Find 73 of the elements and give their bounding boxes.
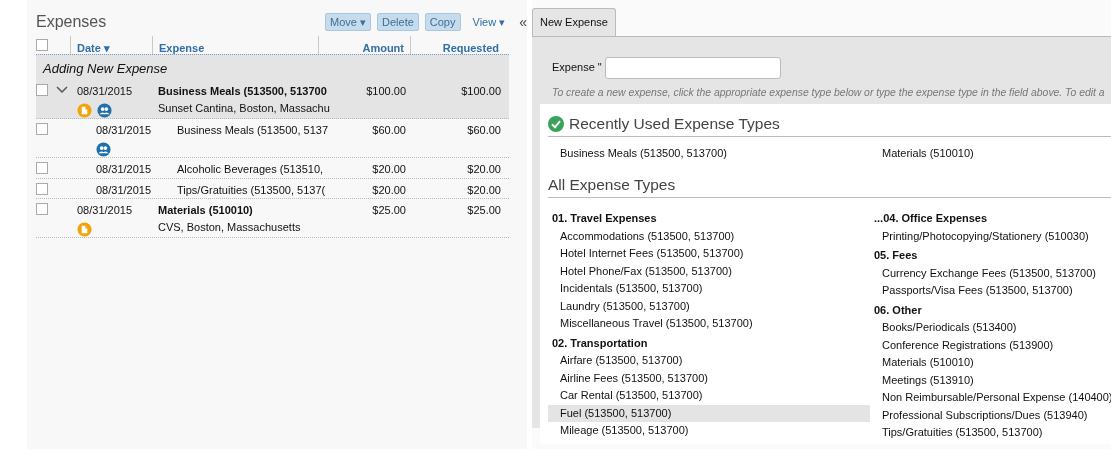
- tab[interactable]: New Expense: [532, 8, 616, 36]
- checkbox[interactable]: [36, 162, 48, 174]
- expense-field[interactable]: [604, 56, 781, 79]
- expense-type-link[interactable]: Car Rental (513500, 513700): [548, 387, 870, 405]
- amount-text: $20.00: [372, 183, 406, 196]
- expense-type-link[interactable]: Miscellaneous Travel (513500, 513700): [548, 315, 870, 333]
- date-text: 08/31/2015: [96, 182, 152, 198]
- people-icon: [97, 102, 112, 118]
- expense-name: Business Meals (513500, 513700: [158, 84, 327, 99]
- expense-type-link[interactable]: Currency Exchange Fees (513500, 513700): [870, 264, 1110, 283]
- expense-type-link[interactable]: Fuel (513500, 513700): [548, 404, 870, 423]
- section-title: Recently Used Expense Types: [569, 114, 780, 135]
- expense-type-link[interactable]: Non Reimbursable/Personal Expense (140400): [870, 389, 1110, 407]
- expense-type-link[interactable]: Hotel Phone/Fax (513500, 513700): [548, 262, 870, 281]
- checkbox[interactable]: [36, 123, 48, 135]
- expense-type-link[interactable]: Accommodations (513500, 513700): [548, 227, 870, 246]
- expense-name: Tips/Gratuities (513500, 5137(: [177, 182, 326, 198]
- section-title: All Expense Types: [548, 174, 676, 195]
- receipt-icon: [77, 221, 92, 237]
- checkbox[interactable]: [36, 39, 48, 51]
- field-label: Expense ": [552, 60, 602, 76]
- expense-type-link[interactable]: Materials (510010): [870, 145, 1110, 163]
- date-text: 08/31/2015: [96, 162, 152, 177]
- expense-type-link[interactable]: Printing/Photocopying/Stationery (510030): [870, 227, 1110, 246]
- expense-type-link[interactable]: Laundry (513500, 513700): [548, 297, 870, 316]
- amount-text: $25.00: [372, 204, 406, 216]
- amount-text: $25.00: [467, 204, 501, 216]
- category-title: 01. Travel Expenses: [551, 211, 658, 227]
- amount-text: $100.00: [366, 85, 406, 97]
- receipt-icon: [77, 102, 92, 118]
- expense-type-link[interactable]: Professional Subscriptions/Dues (513940): [870, 406, 1110, 425]
- expense-type-link[interactable]: Conference Registrations (513900): [870, 336, 1110, 355]
- date-text: 08/31/2015: [96, 123, 152, 138]
- people-icon: [96, 141, 111, 157]
- check-icon: [548, 115, 564, 132]
- location-text: CVS, Boston, Massachusetts: [158, 219, 301, 235]
- amount-text: $20.00: [467, 183, 501, 196]
- checkbox[interactable]: [36, 182, 48, 195]
- location-text: Sunset Cantina, Boston, Massachu: [158, 100, 330, 116]
- expense-name: Business Meals (513500, 5137: [177, 123, 329, 138]
- category-title: 06. Other: [873, 302, 923, 318]
- view-menu[interactable]: View ▾: [472, 13, 506, 31]
- amount-text: $100.00: [461, 85, 501, 97]
- panel-title: Expenses: [36, 12, 107, 32]
- checkbox[interactable]: [36, 203, 48, 215]
- expense-type-link[interactable]: Business Meals (513500, 513700): [548, 145, 870, 163]
- expense-type-link[interactable]: Tips/Gratuities (513500, 513700): [870, 424, 1110, 442]
- adding-new-expense-label: Adding New Expense: [36, 54, 509, 80]
- expense-type-link[interactable]: Incidentals (513500, 513700): [548, 280, 870, 298]
- category-title: 02. Transportation: [551, 335, 649, 351]
- expense-type-link[interactable]: Materials (510010): [870, 354, 1110, 372]
- expense-type-link[interactable]: Passports/Visa Fees (513500, 513700): [870, 282, 1110, 300]
- expense-type-link[interactable]: Airfare (513500, 513700): [548, 352, 870, 370]
- collapse-button[interactable]: «: [519, 11, 527, 33]
- expense-type-link[interactable]: Airline Fees (513500, 513700): [548, 369, 870, 388]
- expense-type-link[interactable]: Mileage (513500, 513700): [548, 422, 870, 440]
- amount-text: $20.00: [467, 163, 501, 175]
- category-title: 05. Fees: [873, 248, 919, 264]
- date-text: 08/31/2015: [77, 84, 134, 99]
- date-text: 08/31/2015: [77, 203, 134, 218]
- checkbox[interactable]: [36, 84, 48, 96]
- expense-type-link[interactable]: Books/Periodicals (513400): [870, 319, 1110, 337]
- amount-text: $60.00: [467, 124, 501, 136]
- expense-name: Materials (510010): [158, 203, 253, 218]
- hint-text: To create a new expense, click the appropriate expense type below or type the expense type in the field above. To edit a: [551, 85, 1106, 100]
- expense-type-link[interactable]: Meetings (513910): [870, 371, 1110, 390]
- amount-text: $60.00: [372, 124, 406, 136]
- expense-row[interactable]: 08/31/2015 Business Meals (513500, 513700 Sunset Cantina, Boston, Massachu $100.00 $100.00: [36, 80, 509, 119]
- expense-type-link[interactable]: Hotel Internet Fees (513500, 513700): [548, 245, 870, 263]
- chevron-icon[interactable]: [56, 86, 68, 94]
- expense-name: Alcoholic Beverages (513510,: [177, 162, 324, 177]
- amount-text: $20.00: [372, 163, 406, 175]
- category-title: ...04. Office Expenses: [873, 211, 989, 227]
